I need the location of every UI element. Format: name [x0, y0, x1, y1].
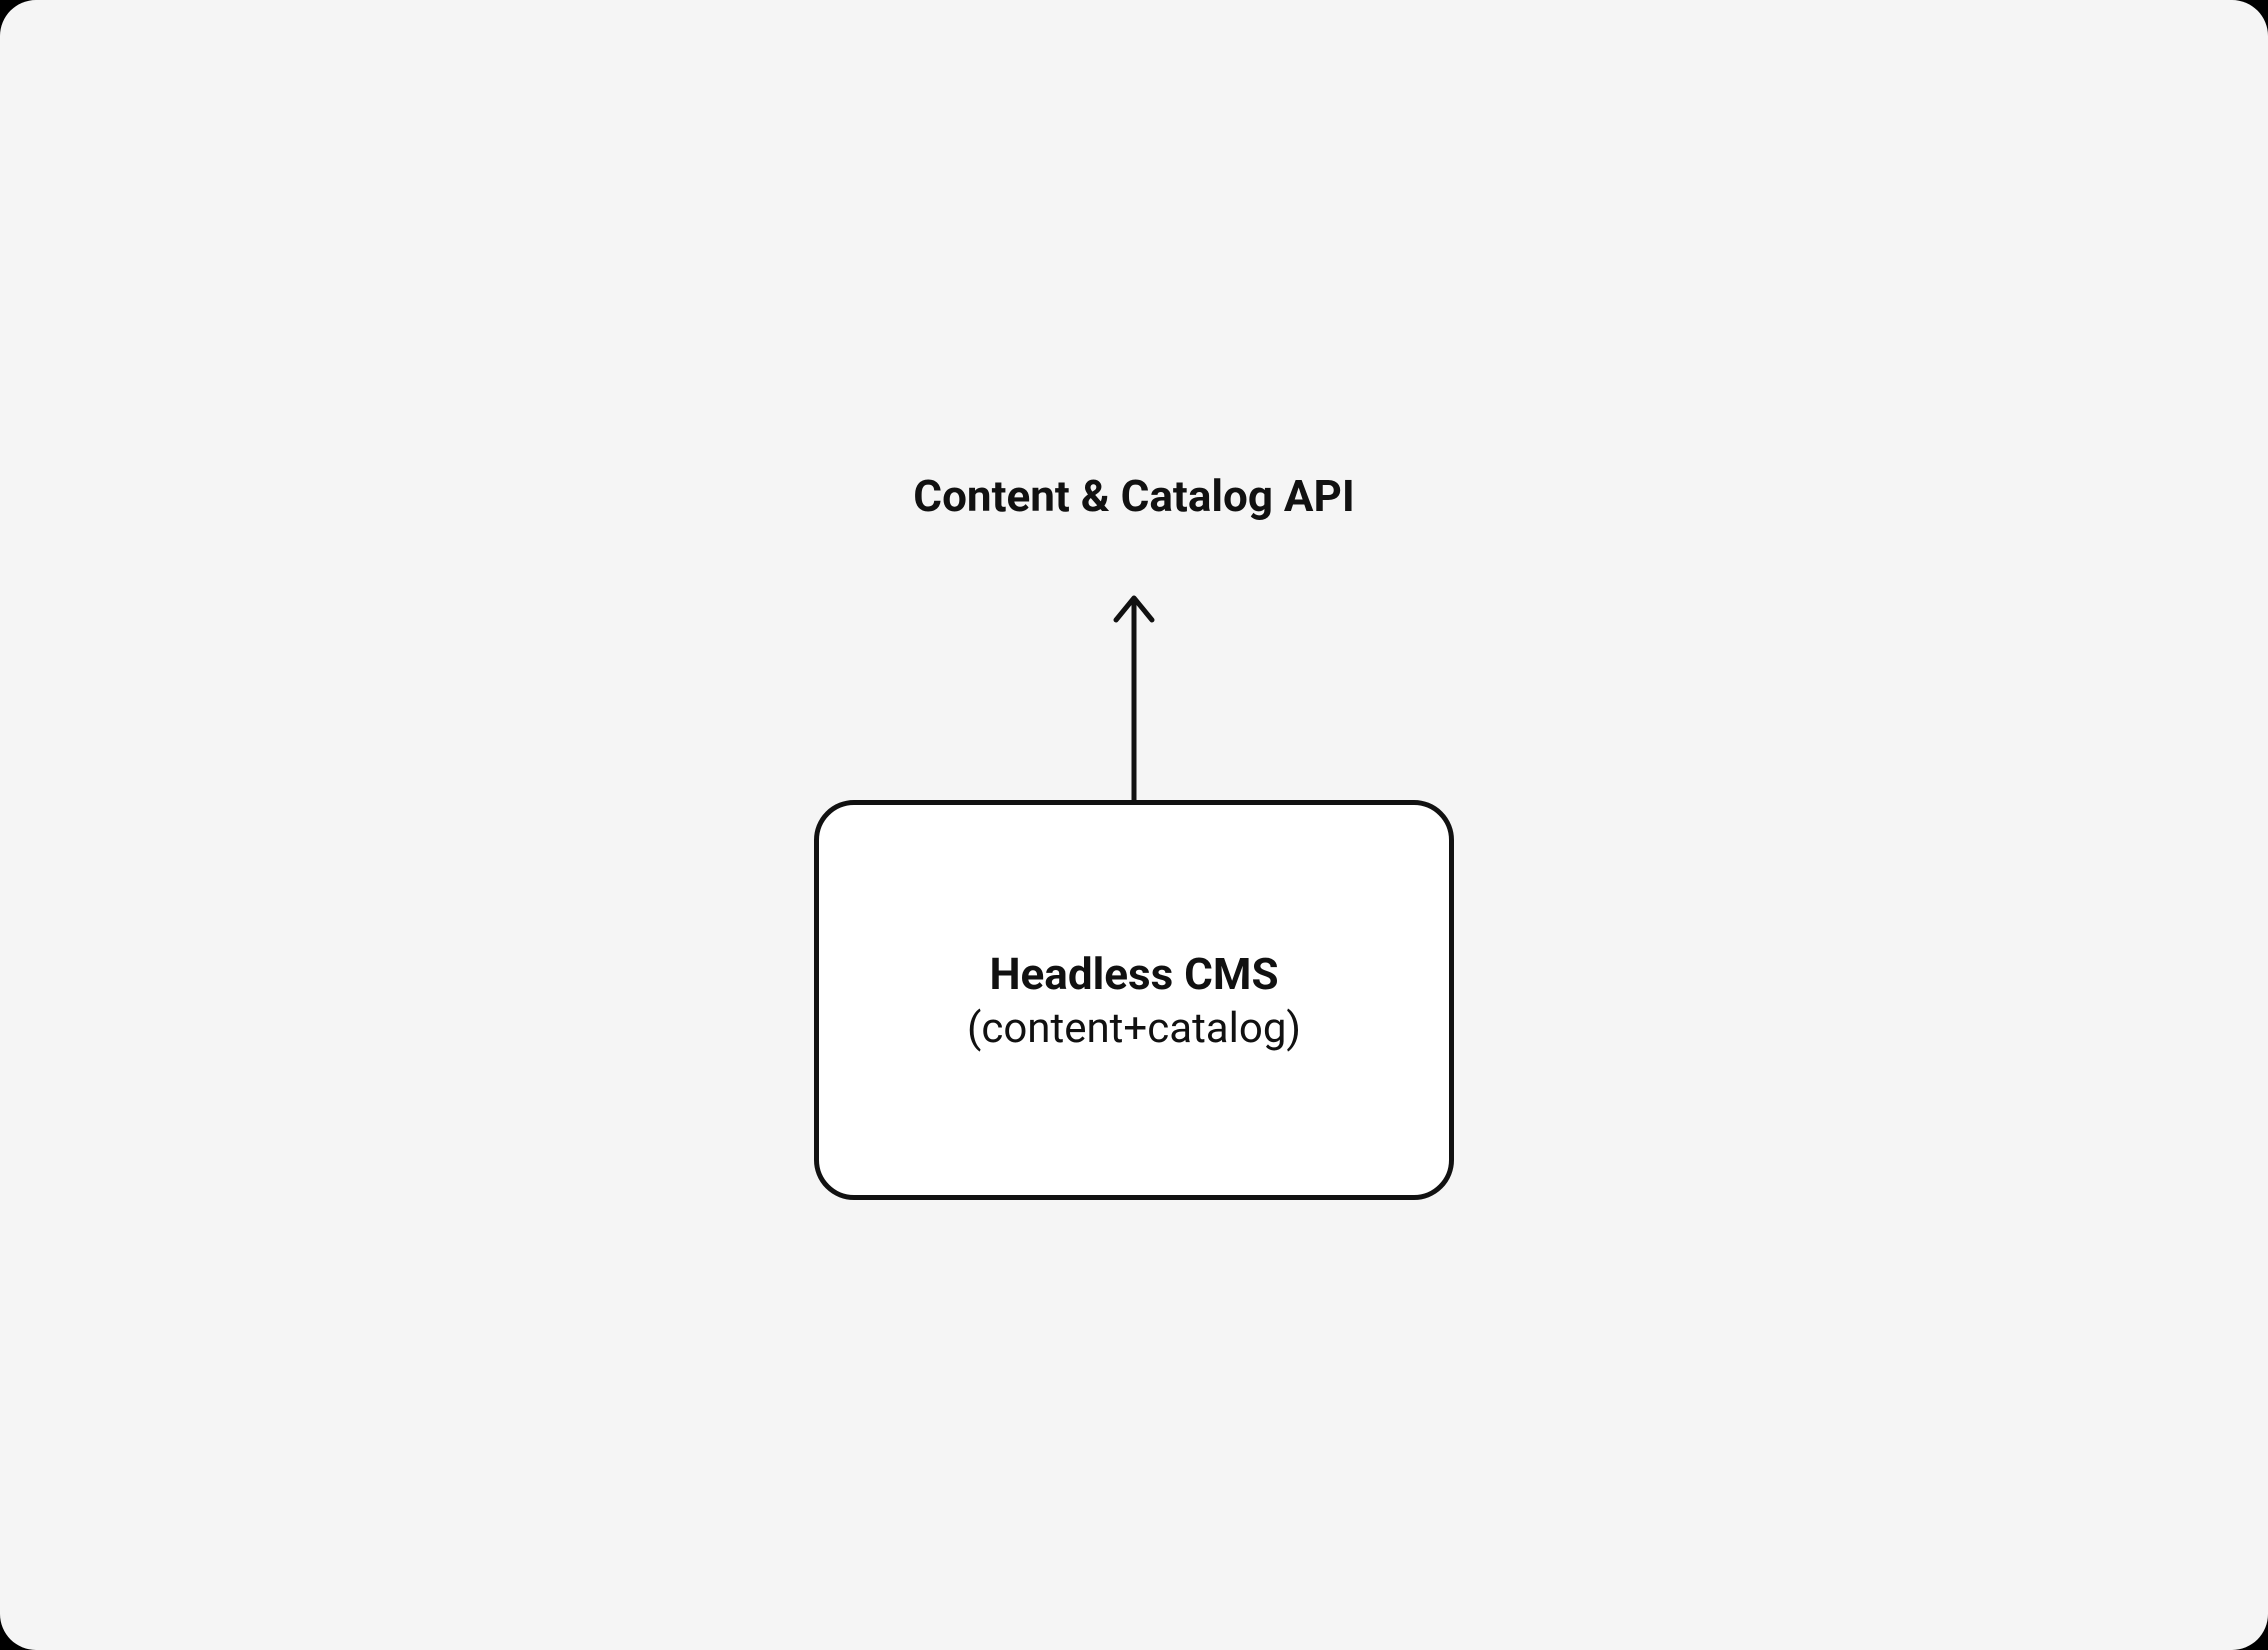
diagram-canvas: Content & Catalog API Headless CMS (cont…: [0, 0, 2268, 1650]
cms-box: Headless CMS (content+catalog): [814, 800, 1454, 1200]
cms-box-title: Headless CMS: [989, 948, 1278, 1000]
arrow-up-icon: [1104, 590, 1164, 800]
api-label: Content & Catalog API: [913, 470, 1354, 522]
cms-box-subtitle: (content+catalog): [967, 1004, 1301, 1053]
